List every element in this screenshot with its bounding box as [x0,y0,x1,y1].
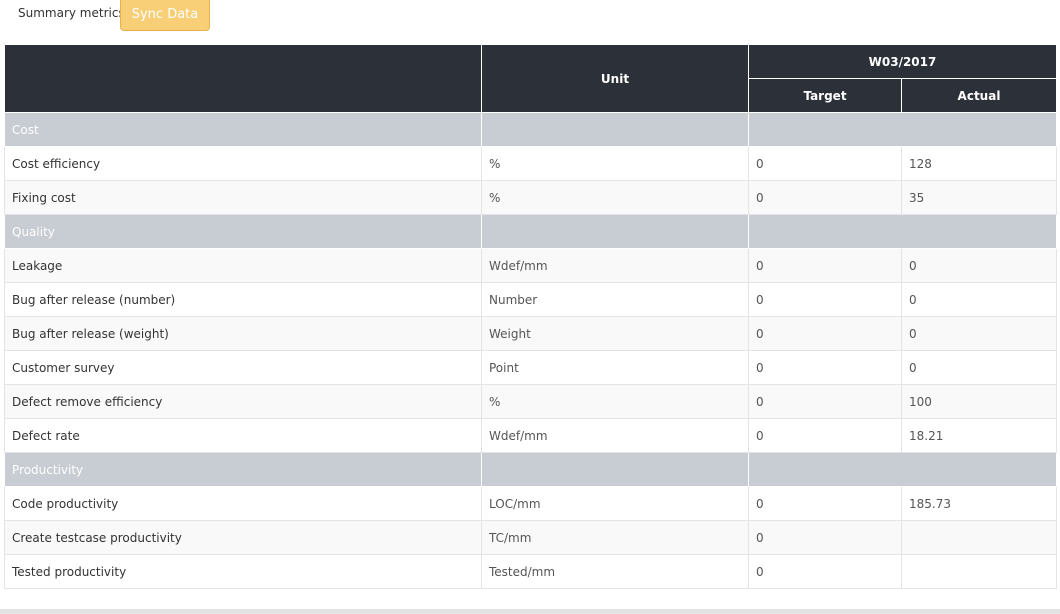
metric-name: Bug after release (weight) [4,316,482,351]
metric-name: Leakage [4,248,482,283]
target-column-header: Target [748,78,902,113]
actual-column-header: Actual [901,78,1057,113]
metric-target: 0 [748,554,902,589]
table-row: Customer survey Point 0 0 [4,350,1057,385]
metric-actual: 128 [901,146,1057,181]
page-title: Summary metrics [18,6,125,20]
metric-actual: 18.21 [901,418,1057,453]
group-label: Quality [4,214,482,249]
group-row-quality: Quality [4,214,1057,249]
metric-actual: 100 [901,384,1057,419]
metric-unit: TC/mm [481,520,749,555]
group-label: Productivity [4,452,482,487]
metric-actual: 185.73 [901,486,1057,521]
group-row-cost: Cost [4,112,1057,147]
metric-name: Customer survey [4,350,482,385]
metric-name: Fixing cost [4,180,482,215]
metric-target: 0 [748,146,902,181]
metric-actual [901,554,1057,589]
metrics-table: Unit W03/2017 Target Actual Cost Cost ef… [4,44,1057,589]
table-header: Unit W03/2017 Target Actual [4,44,1057,113]
period-column-header: W03/2017 [748,44,1057,79]
metric-unit: Point [481,350,749,385]
metric-unit: % [481,384,749,419]
metric-unit: LOC/mm [481,486,749,521]
metric-actual: 35 [901,180,1057,215]
metric-target: 0 [748,248,902,283]
table-row: Defect rate Wdef/mm 0 18.21 [4,418,1057,453]
metric-target: 0 [748,520,902,555]
metric-column-header [4,44,482,113]
metric-target: 0 [748,282,902,317]
group-label: Cost [4,112,482,147]
table-row: Tested productivity Tested/mm 0 [4,554,1057,589]
table-row: Defect remove efficiency % 0 100 [4,384,1057,419]
metric-target: 0 [748,350,902,385]
table-row: Code productivity LOC/mm 0 185.73 [4,486,1057,521]
metric-name: Code productivity [4,486,482,521]
metric-target: 0 [748,384,902,419]
metric-target: 0 [748,418,902,453]
metric-name: Defect remove efficiency [4,384,482,419]
table-row: Fixing cost % 0 35 [4,180,1057,215]
table-row: Bug after release (number) Number 0 0 [4,282,1057,317]
metric-name: Create testcase productivity [4,520,482,555]
unit-column-header: Unit [481,44,749,113]
sync-data-button[interactable]: Sync Data [120,0,210,31]
metric-target: 0 [748,486,902,521]
metric-name: Tested productivity [4,554,482,589]
metric-name: Cost efficiency [4,146,482,181]
table-row: Leakage Wdef/mm 0 0 [4,248,1057,283]
metric-actual: 0 [901,316,1057,351]
table-row: Bug after release (weight) Weight 0 0 [4,316,1057,351]
metric-unit: % [481,180,749,215]
table-body: Cost Cost efficiency % 0 128 Fixing cost… [4,112,1057,589]
metric-target: 0 [748,316,902,351]
metric-unit: Weight [481,316,749,351]
metric-unit: Tested/mm [481,554,749,589]
top-bar: Summary metrics Sync Data [0,0,1060,36]
metric-actual: 0 [901,282,1057,317]
metric-actual: 0 [901,248,1057,283]
metric-unit: % [481,146,749,181]
metric-actual [901,520,1057,555]
metric-target: 0 [748,180,902,215]
metric-unit: Wdef/mm [481,418,749,453]
group-row-productivity: Productivity [4,452,1057,487]
table-row: Cost efficiency % 0 128 [4,146,1057,181]
metric-unit: Wdef/mm [481,248,749,283]
metric-unit: Number [481,282,749,317]
metric-name: Defect rate [4,418,482,453]
table-row: Create testcase productivity TC/mm 0 [4,520,1057,555]
horizontal-scrollbar[interactable] [0,609,1060,614]
metric-name: Bug after release (number) [4,282,482,317]
metric-actual: 0 [901,350,1057,385]
